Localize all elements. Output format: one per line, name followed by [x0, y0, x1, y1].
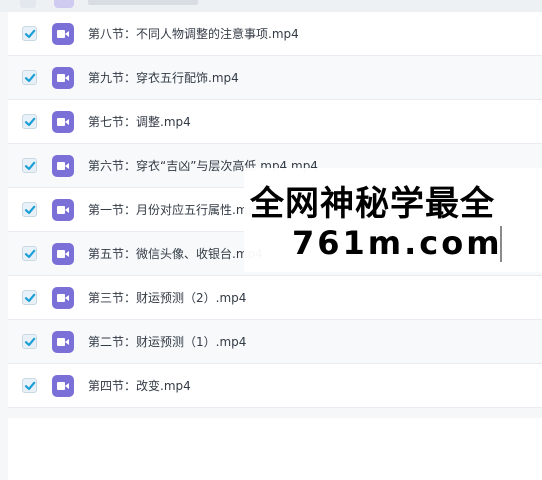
video-file-icon [52, 67, 74, 89]
file-name[interactable]: 第五节：微信头像、收银台.mp4 [88, 245, 263, 262]
header-checkbox[interactable] [20, 0, 36, 8]
checkbox-checked-icon[interactable] [22, 114, 37, 129]
video-file-icon [52, 243, 74, 265]
video-file-icon [52, 375, 74, 397]
list-empty-area [8, 418, 542, 480]
list-header-partial [0, 0, 542, 12]
header-text [88, 0, 198, 5]
checkbox-checked-icon[interactable] [22, 158, 37, 173]
file-name[interactable]: 第一节：月份对应五行属性.mp4 [88, 201, 263, 218]
file-row[interactable]: 第九节：穿衣五行配饰.mp4 [8, 56, 542, 100]
file-name[interactable]: 第三节：财运预测（2）.mp4 [88, 289, 246, 306]
watermark-line-2: 761m.com [292, 224, 503, 262]
video-file-icon [52, 287, 74, 309]
checkbox-checked-icon[interactable] [22, 290, 37, 305]
file-row[interactable]: 第七节：调整.mp4 [8, 100, 542, 144]
file-name[interactable]: 第七节：调整.mp4 [88, 113, 191, 130]
video-file-icon [52, 199, 74, 221]
checkbox-checked-icon[interactable] [22, 70, 37, 85]
checkbox-checked-icon[interactable] [22, 26, 37, 41]
watermark-overlay: 全网神秘学最全 761m.com [244, 168, 542, 272]
header-file-icon [54, 0, 74, 8]
file-row[interactable]: 第二节：财运预测（1）.mp4 [8, 320, 542, 364]
video-file-icon [52, 111, 74, 133]
video-file-icon [52, 331, 74, 353]
checkbox-checked-icon[interactable] [22, 378, 37, 393]
file-row[interactable]: 第三节：财运预测（2）.mp4 [8, 276, 542, 320]
checkbox-checked-icon[interactable] [22, 202, 37, 217]
watermark-line-1: 全网神秘学最全 [250, 184, 495, 224]
checkbox-checked-icon[interactable] [22, 246, 37, 261]
text-caret [500, 226, 502, 262]
file-name[interactable]: 第八节：不同人物调整的注意事项.mp4 [88, 25, 299, 42]
video-file-icon [52, 23, 74, 45]
file-name[interactable]: 第二节：财运预测（1）.mp4 [88, 333, 246, 350]
file-name[interactable]: 第九节：穿衣五行配饰.mp4 [88, 69, 239, 86]
file-row[interactable]: 第八节：不同人物调整的注意事项.mp4 [8, 12, 542, 56]
file-name[interactable]: 第四节：改变.mp4 [88, 377, 191, 394]
checkbox-checked-icon[interactable] [22, 334, 37, 349]
file-row[interactable]: 第四节：改变.mp4 [8, 364, 542, 408]
video-file-icon [52, 155, 74, 177]
